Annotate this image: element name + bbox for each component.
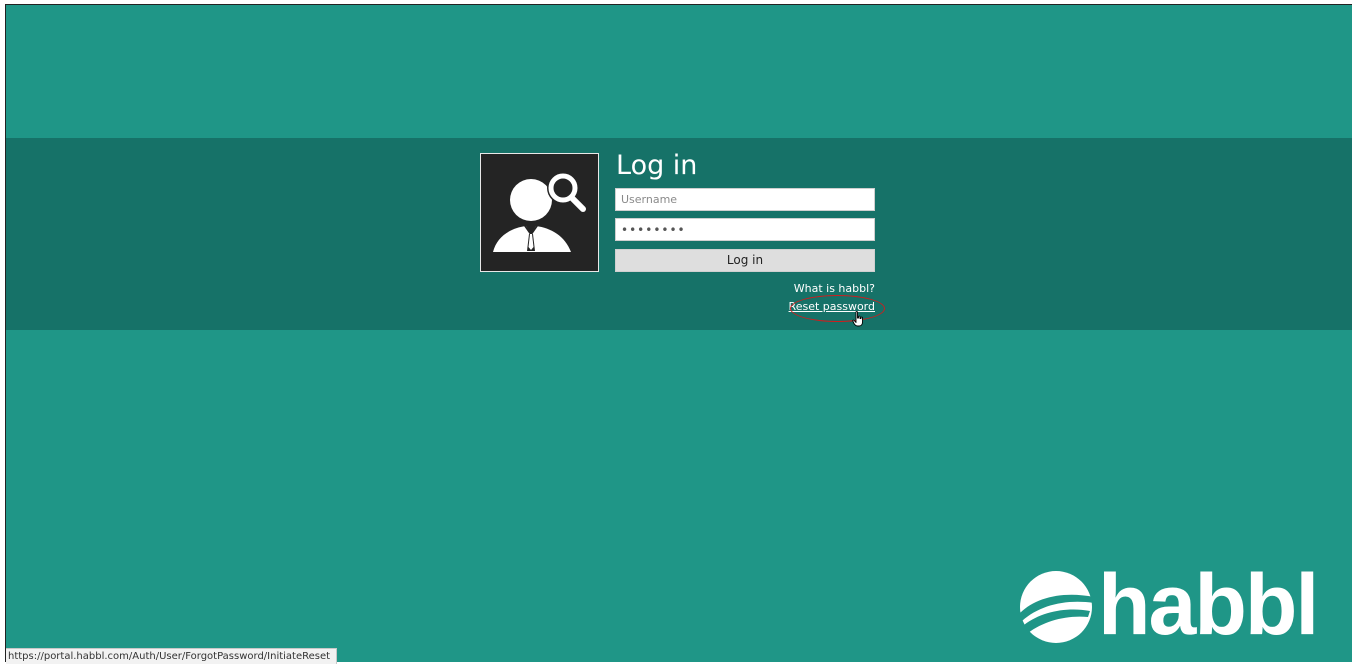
password-input[interactable] bbox=[615, 218, 875, 241]
hand-pointer-icon bbox=[852, 311, 863, 327]
page-title: Log in bbox=[616, 150, 698, 181]
what-is-habbl-link[interactable]: What is habbl? bbox=[794, 282, 875, 295]
app-window: Log in Log in What is habbl? Reset passw… bbox=[5, 4, 1352, 664]
user-search-icon bbox=[493, 172, 586, 252]
habbl-logo: habbl bbox=[1018, 557, 1319, 653]
avatar bbox=[480, 153, 599, 272]
username-input[interactable] bbox=[615, 188, 875, 211]
brand-wordmark: habbl bbox=[1098, 557, 1319, 653]
login-button[interactable]: Log in bbox=[615, 249, 875, 272]
habbl-logo-icon bbox=[1020, 571, 1094, 643]
